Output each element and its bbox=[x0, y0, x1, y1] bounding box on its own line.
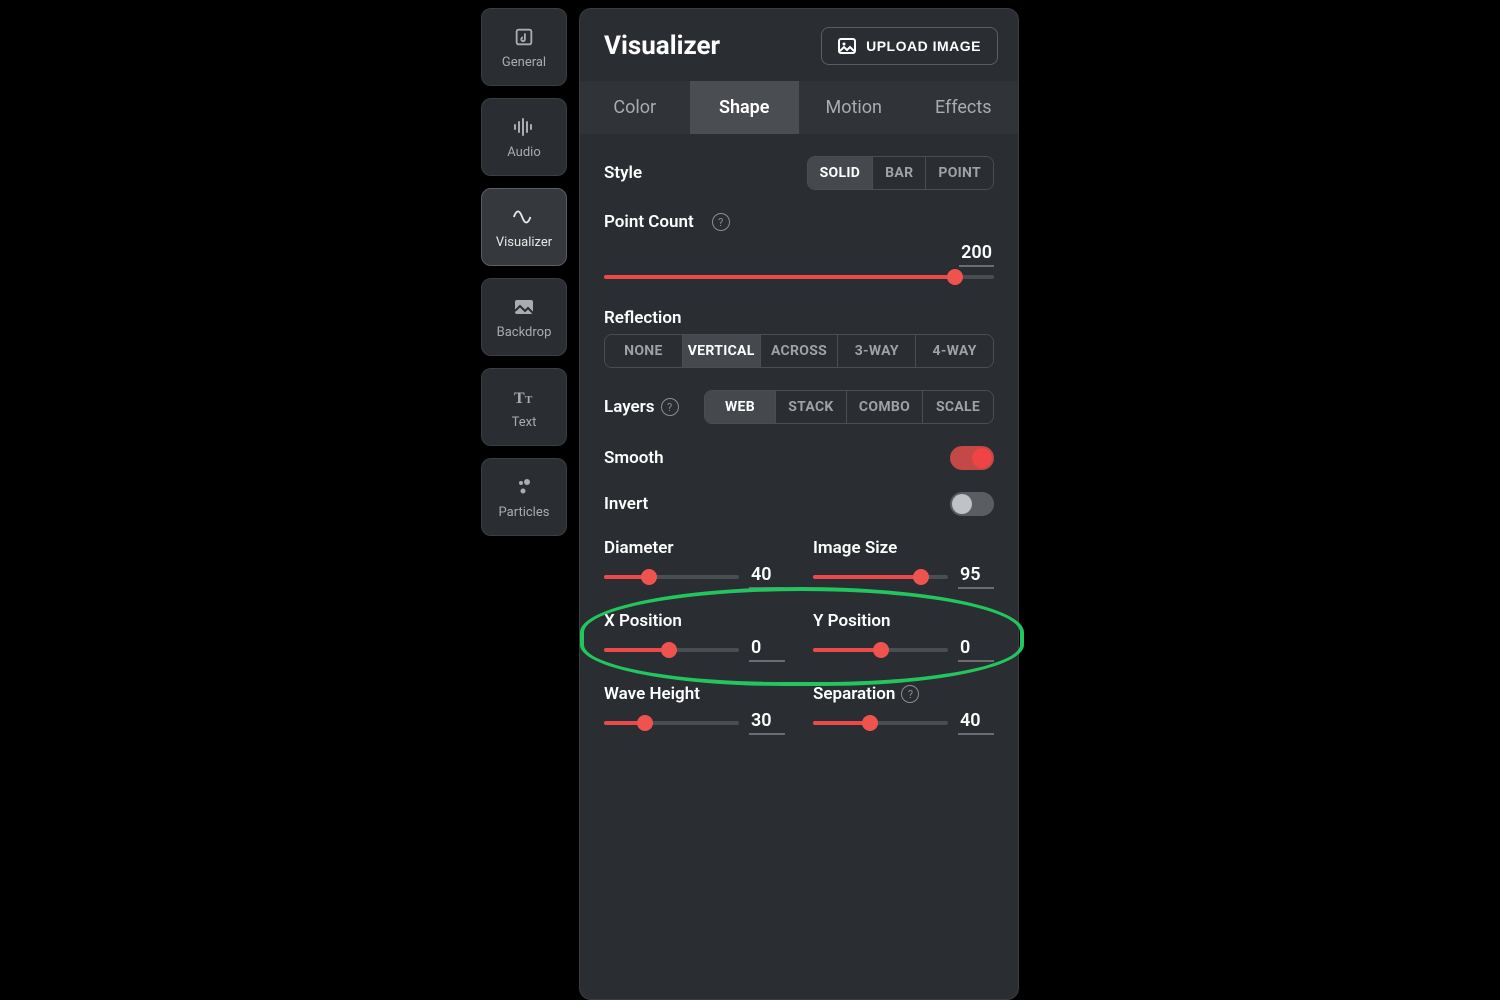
smooth-toggle[interactable] bbox=[950, 446, 994, 470]
layers-option-web[interactable]: WEB bbox=[705, 391, 775, 423]
sidebar-item-label: Visualizer bbox=[496, 235, 552, 250]
point-count-value[interactable]: 200 bbox=[959, 242, 994, 267]
style-label: Style bbox=[604, 163, 642, 183]
settings-panel: Visualizer UPLOAD IMAGE Color Shape Moti… bbox=[579, 8, 1019, 1000]
reflection-option-across[interactable]: ACROSS bbox=[760, 335, 838, 367]
separation-slider[interactable] bbox=[813, 714, 948, 732]
image-size-slider[interactable] bbox=[813, 568, 948, 586]
y-position-label: Y Position bbox=[813, 611, 994, 631]
separation-value[interactable]: 40 bbox=[958, 710, 994, 735]
soundwave-icon bbox=[512, 115, 536, 139]
svg-text:T: T bbox=[525, 394, 533, 406]
sidebar-item-text[interactable]: TT Text bbox=[481, 368, 567, 446]
upload-image-label: UPLOAD IMAGE bbox=[866, 38, 981, 54]
wave-height-row: Wave Height 30 bbox=[604, 684, 785, 735]
image-size-label: Image Size bbox=[813, 538, 994, 558]
sidebar-item-label: Particles bbox=[499, 505, 550, 520]
particles-icon bbox=[512, 475, 536, 499]
panel-title: Visualizer bbox=[604, 31, 720, 61]
text-icon: TT bbox=[512, 385, 536, 409]
separation-label: Separation bbox=[813, 684, 895, 704]
reflection-option-3way[interactable]: 3-WAY bbox=[837, 335, 915, 367]
diameter-slider[interactable] bbox=[604, 568, 739, 586]
style-segmented: SOLID BAR POINT bbox=[807, 156, 994, 190]
x-position-value[interactable]: 0 bbox=[749, 637, 785, 662]
x-position-row: X Position 0 bbox=[604, 611, 785, 662]
diameter-label: Diameter bbox=[604, 538, 785, 558]
tab-effects[interactable]: Effects bbox=[909, 81, 1019, 134]
reflection-segmented: NONE VERTICAL ACROSS 3-WAY 4-WAY bbox=[604, 334, 994, 368]
style-row: Style SOLID BAR POINT bbox=[604, 156, 994, 190]
help-icon[interactable]: ? bbox=[712, 213, 730, 231]
image-size-value[interactable]: 95 bbox=[958, 564, 994, 589]
sidebar-item-label: General bbox=[502, 55, 546, 70]
sidebar-item-backdrop[interactable]: Backdrop bbox=[481, 278, 567, 356]
reflection-option-4way[interactable]: 4-WAY bbox=[915, 335, 993, 367]
layers-option-scale[interactable]: SCALE bbox=[922, 391, 993, 423]
tab-shape[interactable]: Shape bbox=[690, 81, 800, 134]
sidebar-item-label: Backdrop bbox=[497, 325, 552, 340]
layers-option-combo[interactable]: COMBO bbox=[846, 391, 922, 423]
x-position-slider[interactable] bbox=[604, 641, 739, 659]
wave-height-value[interactable]: 30 bbox=[749, 710, 785, 735]
image-size-row: Image Size 95 bbox=[813, 538, 994, 589]
separation-row: Separation ? 40 bbox=[813, 684, 994, 735]
style-option-bar[interactable]: BAR bbox=[872, 157, 925, 189]
sidebar-item-label: Text bbox=[512, 415, 537, 430]
layers-row: Layers ? WEB STACK COMBO SCALE bbox=[604, 390, 994, 424]
invert-toggle[interactable] bbox=[950, 492, 994, 516]
sidebar-item-label: Audio bbox=[507, 145, 540, 160]
svg-text:T: T bbox=[514, 390, 525, 407]
layers-label: Layers bbox=[604, 397, 655, 417]
wave-height-label: Wave Height bbox=[604, 684, 785, 704]
wave-height-slider[interactable] bbox=[604, 714, 739, 732]
wave-icon bbox=[512, 205, 536, 229]
x-position-label: X Position bbox=[604, 611, 785, 631]
point-count-row: Point Count ? 200 bbox=[604, 212, 994, 286]
sidebar-item-audio[interactable]: Audio bbox=[481, 98, 567, 176]
layers-segmented: WEB STACK COMBO SCALE bbox=[704, 390, 994, 424]
smooth-label: Smooth bbox=[604, 448, 664, 468]
smooth-row: Smooth bbox=[604, 446, 994, 470]
music-note-icon bbox=[512, 25, 536, 49]
help-icon[interactable]: ? bbox=[901, 685, 919, 703]
upload-image-button[interactable]: UPLOAD IMAGE bbox=[821, 27, 998, 65]
y-position-value[interactable]: 0 bbox=[958, 637, 994, 662]
sidebar-item-visualizer[interactable]: Visualizer bbox=[481, 188, 567, 266]
layers-option-stack[interactable]: STACK bbox=[775, 391, 846, 423]
image-icon bbox=[512, 295, 536, 319]
style-option-solid[interactable]: SOLID bbox=[808, 157, 873, 189]
style-option-point[interactable]: POINT bbox=[925, 157, 993, 189]
sidebar-item-particles[interactable]: Particles bbox=[481, 458, 567, 536]
diameter-value[interactable]: 40 bbox=[749, 564, 785, 589]
tab-motion[interactable]: Motion bbox=[799, 81, 909, 134]
reflection-label: Reflection bbox=[604, 308, 994, 328]
diameter-row: Diameter 40 bbox=[604, 538, 785, 589]
help-icon[interactable]: ? bbox=[661, 398, 679, 416]
reflection-option-none[interactable]: NONE bbox=[605, 335, 682, 367]
tab-color[interactable]: Color bbox=[580, 81, 690, 134]
image-icon bbox=[838, 38, 856, 54]
invert-row: Invert bbox=[604, 492, 994, 516]
reflection-option-vertical[interactable]: VERTICAL bbox=[682, 335, 760, 367]
sidebar-item-general[interactable]: General bbox=[481, 8, 567, 86]
sidebar: General Audio Visualizer Backdrop bbox=[481, 8, 567, 1000]
point-count-label: Point Count bbox=[604, 212, 694, 232]
tabs: Color Shape Motion Effects bbox=[580, 81, 1018, 134]
point-count-slider[interactable] bbox=[604, 268, 994, 286]
y-position-slider[interactable] bbox=[813, 641, 948, 659]
invert-label: Invert bbox=[604, 494, 648, 514]
reflection-row: Reflection NONE VERTICAL ACROSS 3-WAY 4-… bbox=[604, 308, 994, 368]
y-position-row: Y Position 0 bbox=[813, 611, 994, 662]
